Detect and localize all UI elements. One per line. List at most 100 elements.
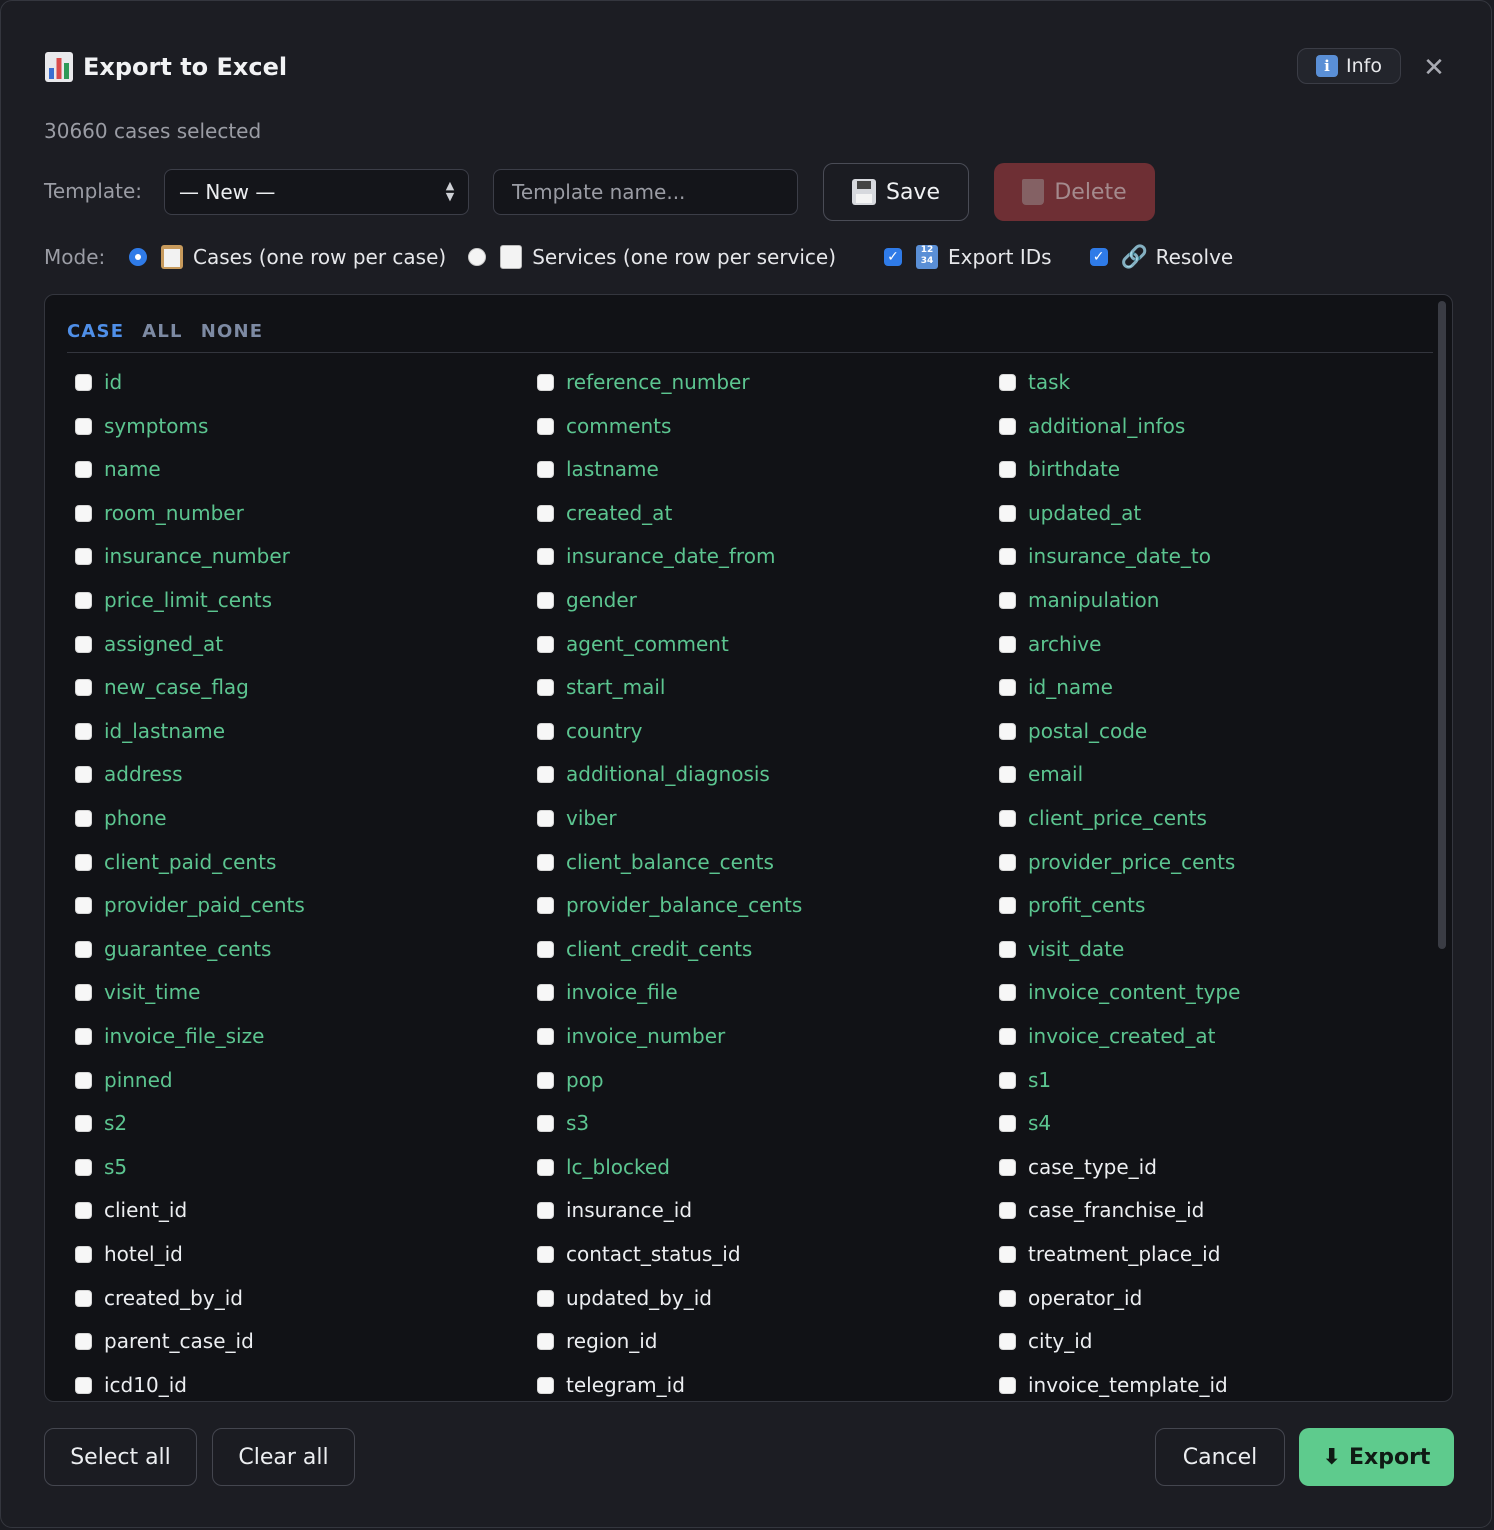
field-option[interactable]: insurance_date_from <box>537 541 775 571</box>
field-option[interactable]: postal_code <box>999 716 1147 746</box>
resolve-checkbox[interactable]: ✓ <box>1089 248 1108 266</box>
field-option[interactable]: provider_paid_cents <box>75 890 305 920</box>
field-option[interactable]: invoice_created_at <box>999 1021 1215 1051</box>
field-checkbox[interactable] <box>75 1289 92 1307</box>
field-option[interactable]: s1 <box>999 1065 1051 1095</box>
field-option[interactable]: insurance_date_to <box>999 541 1211 571</box>
field-option[interactable]: viber <box>537 803 617 833</box>
field-checkbox[interactable] <box>537 853 554 871</box>
field-checkbox[interactable] <box>999 635 1016 653</box>
field-checkbox[interactable] <box>537 1376 554 1394</box>
field-checkbox[interactable] <box>537 1245 554 1263</box>
field-checkbox[interactable] <box>999 547 1016 565</box>
field-checkbox[interactable] <box>999 1027 1016 1045</box>
field-checkbox[interactable] <box>75 547 92 565</box>
field-option[interactable]: created_at <box>537 498 672 528</box>
template-name-input[interactable] <box>493 169 798 215</box>
field-checkbox[interactable] <box>75 1201 92 1219</box>
field-checkbox[interactable] <box>999 983 1016 1001</box>
field-option[interactable]: invoice_content_type <box>999 977 1240 1007</box>
field-option[interactable]: invoice_file_size <box>75 1021 264 1051</box>
field-option[interactable]: id <box>75 367 122 397</box>
field-checkbox[interactable] <box>999 896 1016 914</box>
field-checkbox[interactable] <box>537 504 554 522</box>
info-button[interactable]: i Info <box>1297 48 1401 84</box>
field-option[interactable]: client_balance_cents <box>537 847 774 877</box>
field-checkbox[interactable] <box>999 1114 1016 1132</box>
field-option[interactable]: created_by_id <box>75 1283 243 1313</box>
field-checkbox[interactable] <box>75 1332 92 1350</box>
field-checkbox[interactable] <box>999 591 1016 609</box>
field-checkbox[interactable] <box>999 765 1016 783</box>
field-option[interactable]: s2 <box>75 1108 127 1138</box>
field-option[interactable]: operator_id <box>999 1283 1142 1313</box>
template-select[interactable]: — New — ▲ ▼ <box>164 169 469 215</box>
field-checkbox[interactable] <box>75 591 92 609</box>
field-option[interactable]: symptoms <box>75 411 208 441</box>
field-option[interactable]: provider_balance_cents <box>537 890 802 920</box>
field-checkbox[interactable] <box>75 940 92 958</box>
clear-all-button[interactable]: Clear all <box>212 1428 355 1486</box>
field-option[interactable]: s3 <box>537 1108 589 1138</box>
field-option[interactable]: client_price_cents <box>999 803 1207 833</box>
field-option[interactable]: comments <box>537 411 671 441</box>
panel-scrollbar[interactable] <box>1438 301 1446 949</box>
mode-cases-radio[interactable] <box>129 248 147 266</box>
field-checkbox[interactable] <box>537 547 554 565</box>
field-option[interactable]: task <box>999 367 1070 397</box>
field-checkbox[interactable] <box>75 722 92 740</box>
field-option[interactable]: id_lastname <box>75 716 225 746</box>
field-checkbox[interactable] <box>75 635 92 653</box>
field-checkbox[interactable] <box>537 417 554 435</box>
field-option[interactable]: guarantee_cents <box>75 934 271 964</box>
field-option[interactable]: visit_date <box>999 934 1124 964</box>
field-checkbox[interactable] <box>999 1376 1016 1394</box>
field-option[interactable]: region_id <box>537 1326 658 1356</box>
field-option[interactable]: s5 <box>75 1152 127 1182</box>
field-option[interactable]: archive <box>999 629 1101 659</box>
tab-none[interactable]: NONE <box>201 321 264 342</box>
field-checkbox[interactable] <box>999 417 1016 435</box>
field-checkbox[interactable] <box>75 460 92 478</box>
field-checkbox[interactable] <box>537 940 554 958</box>
field-checkbox[interactable] <box>999 1071 1016 1089</box>
field-option[interactable]: agent_comment <box>537 629 729 659</box>
field-option[interactable]: provider_price_cents <box>999 847 1235 877</box>
field-option[interactable]: profit_cents <box>999 890 1145 920</box>
field-option[interactable]: invoice_number <box>537 1021 725 1051</box>
field-checkbox[interactable] <box>999 809 1016 827</box>
field-option[interactable]: hotel_id <box>75 1239 183 1269</box>
field-checkbox[interactable] <box>537 678 554 696</box>
field-option[interactable]: lastname <box>537 454 659 484</box>
field-checkbox[interactable] <box>75 373 92 391</box>
cancel-button[interactable]: Cancel <box>1155 1428 1285 1486</box>
field-checkbox[interactable] <box>75 678 92 696</box>
field-checkbox[interactable] <box>537 1332 554 1350</box>
field-checkbox[interactable] <box>75 1114 92 1132</box>
field-checkbox[interactable] <box>537 1289 554 1307</box>
close-button[interactable]: ✕ <box>1419 53 1449 83</box>
field-checkbox[interactable] <box>537 460 554 478</box>
field-checkbox[interactable] <box>537 983 554 1001</box>
field-checkbox[interactable] <box>75 504 92 522</box>
field-option[interactable]: telegram_id <box>537 1370 685 1400</box>
field-checkbox[interactable] <box>537 1027 554 1045</box>
field-option[interactable]: name <box>75 454 161 484</box>
field-option[interactable]: lc_blocked <box>537 1152 670 1182</box>
field-option[interactable]: updated_by_id <box>537 1283 712 1313</box>
field-checkbox[interactable] <box>537 373 554 391</box>
save-button[interactable]: Save <box>823 163 969 221</box>
field-option[interactable]: insurance_number <box>75 541 290 571</box>
field-checkbox[interactable] <box>537 1201 554 1219</box>
field-option[interactable]: client_paid_cents <box>75 847 276 877</box>
field-checkbox[interactable] <box>75 417 92 435</box>
field-checkbox[interactable] <box>75 1071 92 1089</box>
field-option[interactable]: phone <box>75 803 167 833</box>
field-option[interactable]: invoice_file <box>537 977 678 1007</box>
field-checkbox[interactable] <box>999 853 1016 871</box>
field-option[interactable]: new_case_flag <box>75 672 249 702</box>
field-checkbox[interactable] <box>75 1376 92 1394</box>
field-option[interactable]: country <box>537 716 642 746</box>
field-option[interactable]: id_name <box>999 672 1113 702</box>
tab-all[interactable]: ALL <box>142 321 182 342</box>
